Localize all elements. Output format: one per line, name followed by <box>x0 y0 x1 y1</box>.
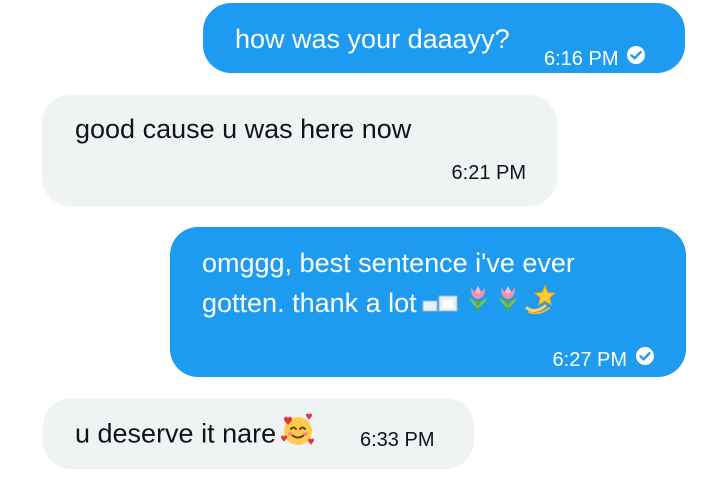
message-time: 6:27 PM <box>552 349 627 371</box>
message-bubble-sent[interactable]: how was your daaayy? 6:16 PM <box>203 3 685 73</box>
message-meta: 6:27 PM <box>553 337 655 377</box>
message-time: 6:21 PM <box>451 162 526 184</box>
message-line: omggg, best sentence i've ever <box>202 248 575 278</box>
message-text-content: u deserve it nare <box>75 418 277 449</box>
message-time: 6:33 PM <box>360 429 435 451</box>
read-check-icon <box>635 337 655 377</box>
conversation-thread: how was your daaayy? 6:16 PM good cause … <box>0 0 720 486</box>
message-line: gotten. thank a lot <box>202 283 662 325</box>
message-bubble-received[interactable]: good cause u was here now 6:21 PM <box>42 95 557 206</box>
message-line-text: gotten. thank a lot <box>202 288 417 318</box>
message-text: omggg, best sentence i've ever gotten. t… <box>202 243 662 325</box>
message-text: how was your daaayy? <box>235 24 510 54</box>
message-bubble-received[interactable]: u deserve it nare 6:33 PM <box>43 398 474 469</box>
message-meta: 6:16 PM <box>544 36 646 76</box>
tulip-emoji <box>465 284 491 325</box>
message-bubble-sent[interactable]: omggg, best sentence i've ever gotten. t… <box>170 227 686 377</box>
message-time: 6:16 PM <box>544 48 619 70</box>
message-text: u deserve it nare <box>75 413 316 458</box>
tulip-emoji <box>495 284 521 325</box>
lotus-emoji <box>421 285 461 325</box>
read-check-icon <box>626 36 646 76</box>
dizzy-star-emoji <box>525 284 557 325</box>
smiling-face-with-hearts-emoji <box>280 413 316 458</box>
message-text: good cause u was here now <box>75 114 412 144</box>
